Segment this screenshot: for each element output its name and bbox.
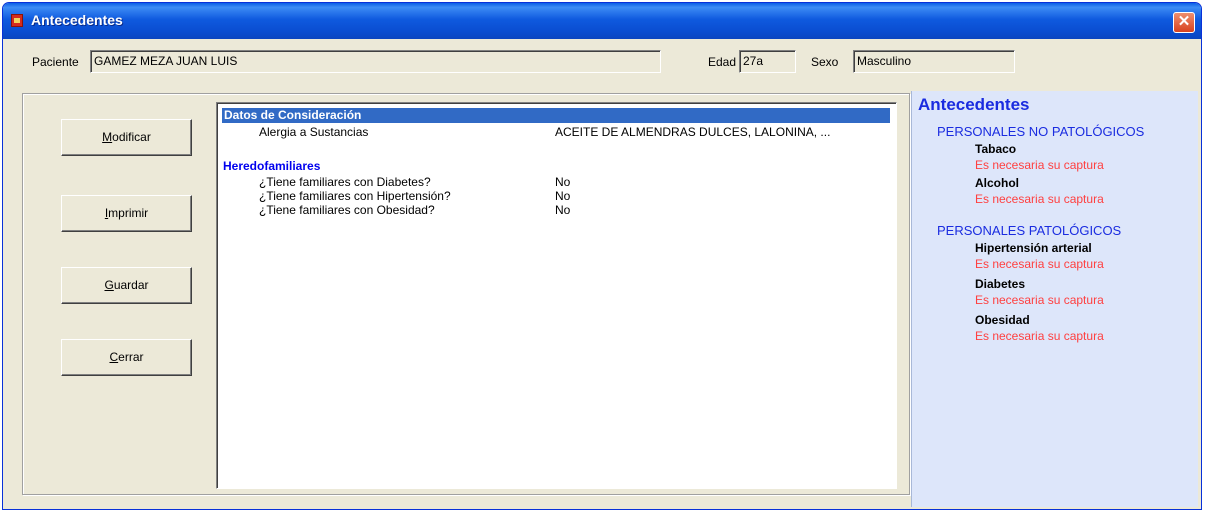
- list-item-value[interactable]: No: [555, 203, 570, 217]
- item-alcohol: Alcohol: [975, 176, 1019, 190]
- item-diabetes: Diabetes: [975, 277, 1026, 291]
- cerrar-label: errar: [118, 350, 144, 364]
- antecedentes-list[interactable]: Datos de Consideración Alergia a Sustanc…: [216, 102, 897, 489]
- warning-diabetes: Es necesaria su captura: [975, 293, 1104, 307]
- close-button[interactable]: ✕: [1173, 12, 1195, 33]
- list-header-selected[interactable]: Datos de Consideración: [222, 108, 890, 123]
- imprimir-label: mprimir: [108, 206, 149, 220]
- sex-label: Sexo: [811, 55, 839, 69]
- window-title: Antecedentes: [31, 12, 123, 28]
- cerrar-mnemonic: C: [109, 350, 119, 364]
- warning-obesidad: Es necesaria su captura: [975, 329, 1104, 343]
- imprimir-button[interactable]: Imprimir: [61, 195, 192, 232]
- list-item-value[interactable]: ACEITE DE ALMENDRAS DULCES, LALONINA, ..…: [555, 125, 830, 139]
- list-item-label[interactable]: ¿Tiene familiares con Hipertensión?: [259, 189, 451, 203]
- patient-label: Paciente: [32, 55, 79, 69]
- modificar-button[interactable]: Modificar: [61, 119, 192, 156]
- section-heredofamiliares[interactable]: Heredofamiliares: [223, 159, 320, 173]
- guardar-mnemonic: G: [104, 278, 114, 292]
- age-label: Edad: [708, 55, 737, 69]
- category-no-patologicos: PERSONALES NO PATOLÓGICOS: [937, 124, 1145, 139]
- item-hipertension: Hipertensión arterial: [975, 241, 1092, 255]
- modificar-label: odificar: [112, 130, 151, 144]
- patient-name-field[interactable]: GAMEZ MEZA JUAN LUIS: [90, 50, 661, 73]
- age-field[interactable]: 27a: [739, 50, 796, 73]
- cerrar-button[interactable]: Cerrar: [61, 339, 192, 376]
- antecedentes-side-panel: Antecedentes PERSONALES NO PATOLÓGICOS T…: [911, 91, 1198, 507]
- guardar-label: uardar: [113, 278, 149, 292]
- warning-alcohol: Es necesaria su captura: [975, 192, 1104, 206]
- app-icon: [11, 14, 23, 27]
- list-item-value[interactable]: No: [555, 175, 570, 189]
- guardar-button[interactable]: Guardar: [61, 267, 192, 304]
- item-obesidad: Obesidad: [975, 313, 1030, 327]
- category-patologicos: PERSONALES PATOLÓGICOS: [937, 223, 1122, 238]
- list-item-label[interactable]: Alergia a Sustancias: [259, 125, 368, 139]
- list-item-label[interactable]: ¿Tiene familiares con Obesidad?: [259, 203, 435, 217]
- title-bar[interactable]: Antecedentes ✕: [3, 3, 1201, 39]
- antecedentes-window: Antecedentes ✕ Paciente GAMEZ MEZA JUAN …: [2, 2, 1202, 510]
- list-item-value[interactable]: No: [555, 189, 570, 203]
- warning-hipertension: Es necesaria su captura: [975, 257, 1104, 271]
- modificar-mnemonic: M: [102, 130, 113, 144]
- item-tabaco: Tabaco: [975, 142, 1017, 156]
- sex-field[interactable]: Masculino: [853, 50, 1015, 73]
- warning-tabaco: Es necesaria su captura: [975, 158, 1104, 172]
- side-title: Antecedentes: [918, 95, 1030, 114]
- list-item-label[interactable]: ¿Tiene familiares con Diabetes?: [259, 175, 431, 189]
